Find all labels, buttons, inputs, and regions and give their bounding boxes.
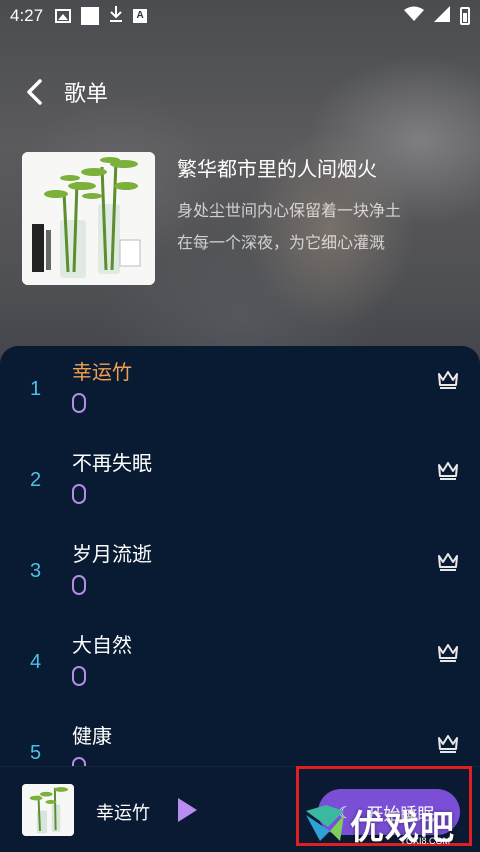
page-title: 歌单	[64, 82, 109, 107]
track-number: 1	[30, 378, 42, 400]
track-tag-icon	[72, 393, 86, 413]
crown-icon	[438, 644, 458, 662]
wifi-icon	[404, 6, 424, 27]
font-a-icon: A	[133, 9, 148, 23]
play-icon[interactable]	[176, 797, 198, 823]
track-row-4[interactable]: 4 大自然	[0, 619, 480, 710]
crown-icon	[438, 371, 458, 389]
album-desc-line-1: 身处尘世间内心保留着一块净土	[177, 201, 402, 220]
album-desc-line-2: 在每一个深夜，为它细心灌溉	[177, 233, 386, 252]
track-row-3[interactable]: 3 岁月流逝	[0, 528, 480, 619]
track-list: 1 幸运竹 2 不再失眠 3 岁月流逝 4 大自然 5 健康	[0, 346, 480, 776]
download-icon	[109, 5, 123, 28]
track-name: 幸运竹	[72, 360, 132, 384]
track-tag-icon	[72, 666, 86, 686]
track-name: 大自然	[72, 633, 132, 657]
track-number: 3	[30, 560, 42, 582]
battery-icon	[460, 7, 470, 25]
track-row-2[interactable]: 2 不再失眠	[0, 437, 480, 528]
crown-icon	[438, 735, 458, 753]
header: 歌单	[0, 70, 480, 114]
signal-icon	[434, 5, 450, 27]
gallery-icon	[55, 9, 72, 23]
track-tag-icon	[72, 575, 86, 595]
track-name: 不再失眠	[72, 451, 152, 475]
back-icon	[27, 79, 42, 105]
track-row-1[interactable]: 1 幸运竹	[0, 346, 480, 437]
track-number: 2	[30, 469, 42, 491]
track-name: 岁月流逝	[72, 542, 152, 566]
status-time: 4:27	[10, 6, 44, 25]
album-title: 繁华都市里的人间烟火	[177, 157, 377, 181]
track-number: 4	[30, 651, 42, 673]
crown-icon	[438, 553, 458, 571]
album-cover	[22, 152, 155, 285]
status-bar: 4:27 A	[0, 0, 480, 32]
watermark-url: YOXI8.COM	[400, 836, 451, 846]
back-button[interactable]	[4, 70, 64, 114]
mini-player-title: 幸运竹	[96, 803, 150, 824]
crown-icon	[438, 462, 458, 480]
watermark: 优戏吧	[300, 796, 480, 852]
notification-square-icon	[81, 7, 100, 25]
track-tag-icon	[72, 484, 86, 504]
album-description: 身处尘世间内心保留着一块净土 在每一个深夜，为它细心灌溉	[177, 195, 462, 259]
watermark-logo-icon	[306, 805, 344, 841]
track-number: 5	[30, 742, 42, 764]
track-name: 健康	[72, 724, 112, 748]
mini-player-cover[interactable]	[22, 784, 74, 836]
